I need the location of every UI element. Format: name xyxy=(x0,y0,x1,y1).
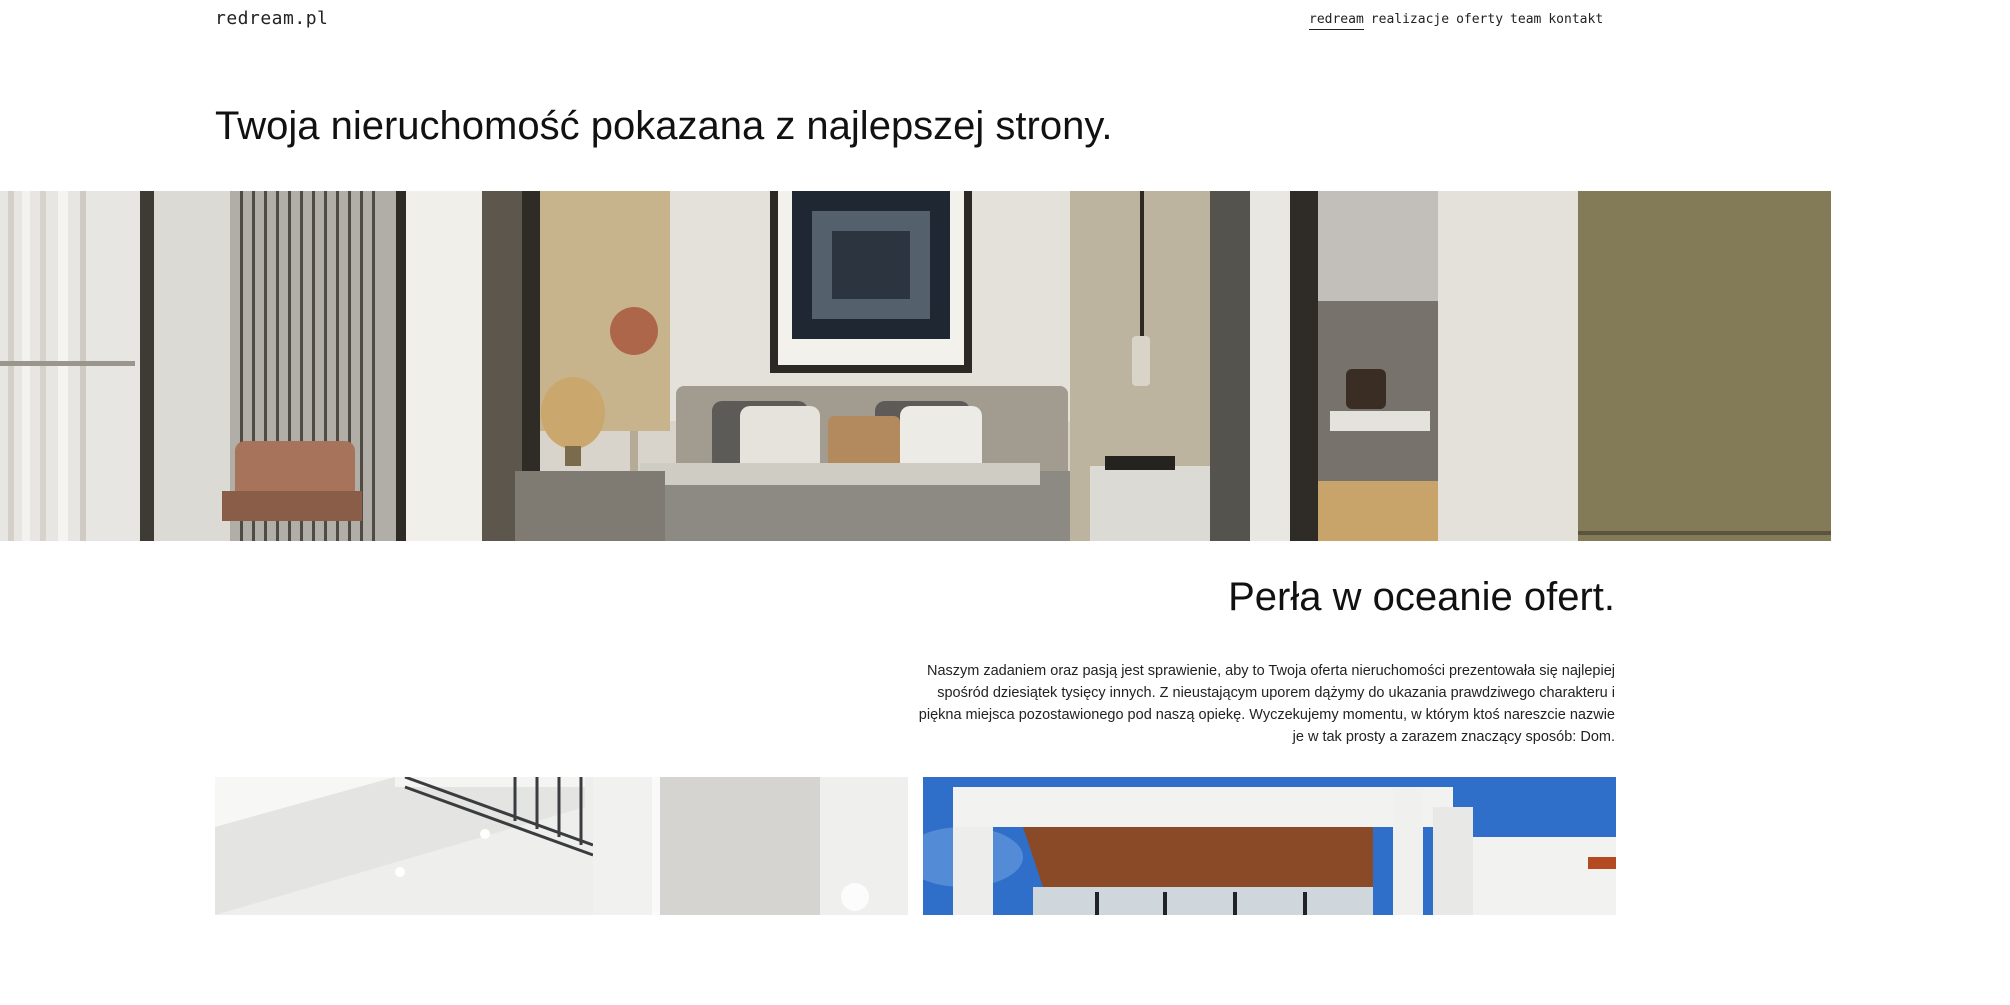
main-nav: redream realizacje oferty team kontakt xyxy=(1309,12,1603,30)
nav-item-kontakt[interactable]: kontakt xyxy=(1548,12,1603,30)
hero-bedroom-image xyxy=(0,191,1831,541)
nav-item-oferty[interactable]: oferty xyxy=(1456,12,1503,30)
section-description: Naszym zadaniem oraz pasją jest sprawien… xyxy=(918,663,1615,745)
site-logo[interactable]: redream.pl xyxy=(215,8,328,29)
nav-item-team[interactable]: team xyxy=(1510,12,1541,30)
realization-thumbnail-interior[interactable] xyxy=(215,777,908,915)
page: redream.pl redream realizacje oferty tea… xyxy=(0,0,2010,1005)
nav-item-realizacje[interactable]: realizacje xyxy=(1371,12,1449,30)
realization-thumbnail-exterior[interactable] xyxy=(923,777,1616,915)
nav-item-redream[interactable]: redream xyxy=(1309,12,1364,30)
hero-title: Twoja nieruchomość pokazana z najlepszej… xyxy=(215,104,1113,148)
section-title: Perła w oceanie ofert. xyxy=(1228,575,1615,619)
